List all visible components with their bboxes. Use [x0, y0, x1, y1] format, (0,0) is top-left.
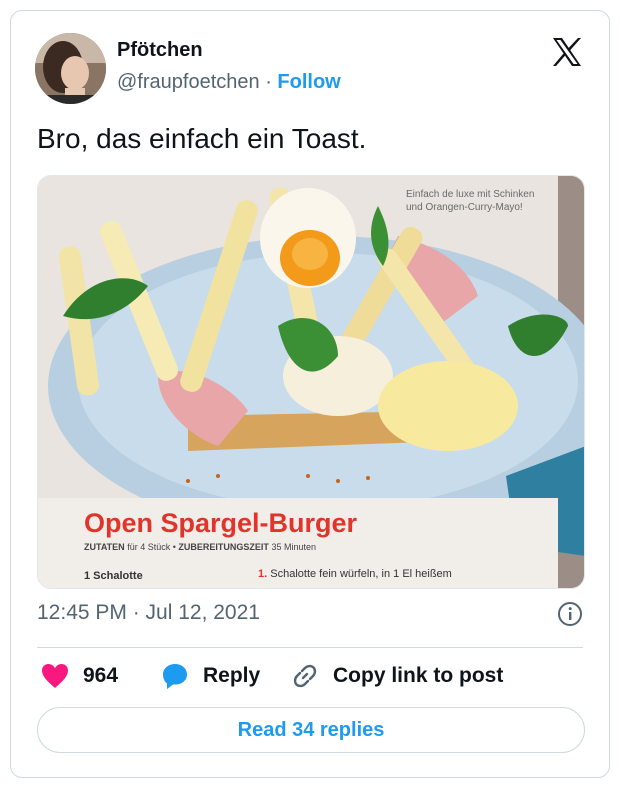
tweet-photo[interactable]: Einfach de luxe mit Schinken und Orangen… — [37, 175, 585, 589]
author-handle[interactable]: @fraupfoetchen — [117, 71, 260, 93]
meta-zutaten: ZUTATEN — [84, 542, 125, 552]
avatar[interactable] — [35, 33, 106, 104]
follow-button[interactable]: Follow — [277, 71, 340, 93]
tweet-text: Bro, das einfach ein Toast. — [37, 123, 367, 154]
step-number: 1. — [258, 568, 268, 580]
meta-dot: • — [172, 542, 176, 552]
tweet-card: Pfötchen @fraupfoetchen · Follow Bro, da… — [10, 10, 610, 778]
recipe-meta: ZUTATEN für 4 Stück • ZUBEREITUNGSZEIT 3… — [84, 542, 316, 552]
x-logo-icon[interactable] — [551, 37, 583, 67]
heart-icon — [42, 664, 68, 688]
link-icon — [293, 664, 317, 688]
reply-label: Reply — [203, 664, 261, 687]
divider — [37, 647, 583, 648]
like-button[interactable]: 964 — [41, 661, 118, 691]
meta-minuten: 35 Minuten — [271, 542, 316, 552]
copy-link-button[interactable]: Copy link to post — [291, 661, 503, 691]
copy-link-label: Copy link to post — [333, 664, 504, 687]
recipe-title: Open Spargel-Burger — [84, 508, 358, 538]
handle-separator: · — [265, 71, 272, 93]
reply-bubble-icon — [163, 664, 187, 689]
action-bar: 964 Reply Copy link to post — [37, 661, 597, 691]
reply-button[interactable]: Reply — [161, 661, 260, 691]
info-icon[interactable] — [557, 601, 583, 627]
recipe-step: 1. Schalotte fein würfeln, in 1 El heiße… — [258, 568, 452, 580]
like-count: 964 — [83, 664, 119, 687]
author-handle-row: @fraupfoetchen · Follow — [117, 71, 341, 94]
read-replies-button[interactable]: Read 34 replies — [37, 707, 585, 753]
author-name[interactable]: Pfötchen — [117, 39, 203, 62]
tweet-timestamp[interactable]: 12:45 PM · Jul 12, 2021 — [37, 601, 260, 625]
meta-fuer: für 4 Stück — [127, 542, 171, 552]
meta-zeit: ZUBEREITUNGSZEIT — [178, 542, 269, 552]
recipe-ingredient: 1 Schalotte — [84, 570, 143, 582]
step-text: Schalotte fein würfeln, in 1 El heißem — [270, 568, 452, 580]
photo-corner-note: Einfach de luxe mit Schinken und Orangen… — [406, 189, 535, 213]
